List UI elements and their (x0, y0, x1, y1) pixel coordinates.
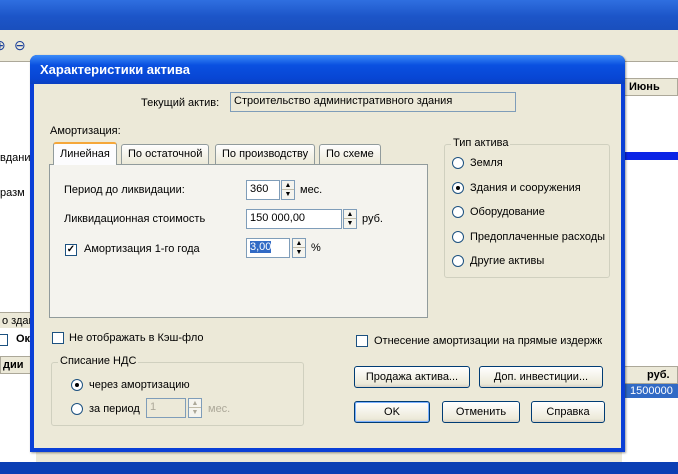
zoom-in-icon[interactable]: ⊕ (0, 37, 12, 55)
app-right-panel (622, 62, 678, 474)
period-unit: мес. (300, 184, 323, 196)
tab-schedule[interactable]: По схеме (319, 144, 381, 164)
tab-production[interactable]: По производству (215, 144, 316, 164)
asset-type-caption: Тип актива (451, 137, 511, 149)
first-year-label: Амортизация 1-го года (84, 243, 200, 255)
cancel-button[interactable]: Отменить (442, 401, 520, 423)
sell-asset-button[interactable]: Продажа актива... (354, 366, 470, 388)
current-asset-label: Текущий актив: (141, 97, 220, 109)
first-year-spinner[interactable]: ▲ ▼ (292, 238, 306, 258)
radio-land[interactable] (452, 157, 464, 169)
vat-period-unit: мес. (208, 403, 231, 415)
dialog-title: Характеристики актива (30, 55, 625, 84)
tab-linear[interactable]: Линейная (53, 142, 117, 165)
spin-up-icon[interactable]: ▲ (282, 181, 294, 190)
spin-down-icon[interactable]: ▼ (344, 219, 356, 228)
left-checkbox-label: Ок (16, 333, 31, 345)
spin-down-icon[interactable]: ▼ (189, 408, 201, 417)
liquidation-unit: руб. (362, 213, 383, 225)
app-titlebar (0, 0, 678, 30)
vat-caption: Списание НДС (58, 355, 139, 367)
direct-costs-checkbox[interactable] (356, 335, 368, 347)
direct-costs-label[interactable]: Отнесение амортизации на прямые издержк (374, 335, 602, 347)
first-year-value: 3,00 (250, 241, 272, 253)
radio-vat-amortization-label[interactable]: через амортизацию (89, 379, 190, 391)
radio-buildings[interactable] (452, 182, 464, 194)
radio-vat-amortization[interactable] (71, 379, 83, 391)
left-text: вдани (0, 152, 31, 164)
vat-period-spinner[interactable]: ▲ ▼ (188, 398, 202, 418)
extra-investment-button[interactable]: Доп. инвестиции... (479, 366, 603, 388)
first-year-unit: % (311, 242, 321, 254)
spin-up-icon[interactable]: ▲ (293, 239, 305, 248)
first-year-input[interactable]: 3,00 (246, 238, 290, 258)
liquidation-input[interactable]: 150 000,00 (246, 209, 342, 229)
first-year-checkbox[interactable]: ✓ (65, 244, 77, 256)
radio-land-label[interactable]: Земля (470, 157, 503, 169)
linear-tab-panel: Период до ликвидации: 360 ▲ ▼ мес. Ликви… (49, 164, 428, 318)
amortization-label: Амортизация: (50, 125, 121, 137)
column-header-rub: руб. (622, 366, 678, 384)
vat-period-input[interactable]: 1 (146, 398, 186, 418)
hide-cashflow-label[interactable]: Не отображать в Кэш-фло (69, 332, 204, 344)
ok-button[interactable]: OK (354, 401, 430, 423)
radio-prepaid-label[interactable]: Предоплаченные расходы (470, 231, 605, 243)
selected-cell[interactable]: 1500000 (622, 384, 678, 398)
period-spinner[interactable]: ▲ ▼ (281, 180, 295, 200)
radio-equipment[interactable] (452, 206, 464, 218)
liquidation-spinner[interactable]: ▲ ▼ (343, 209, 357, 229)
radio-vat-period[interactable] (71, 403, 83, 415)
dialog-body: Текущий актив: Строительство администрат… (34, 84, 621, 448)
radio-other[interactable] (452, 255, 464, 267)
taskbar (0, 462, 678, 474)
radio-vat-period-label[interactable]: за период (89, 403, 140, 415)
period-input[interactable]: 360 (246, 180, 280, 200)
radio-buildings-label[interactable]: Здания и сооружения (470, 182, 581, 194)
liquidation-label: Ликвидационная стоимость (64, 213, 206, 225)
spin-up-icon[interactable]: ▲ (189, 399, 201, 408)
spin-down-icon[interactable]: ▼ (282, 190, 294, 199)
left-text: разм (0, 187, 25, 199)
current-asset-field: Строительство административного здания (230, 92, 516, 112)
spin-down-icon[interactable]: ▼ (293, 248, 305, 257)
grid-blue-line (622, 152, 678, 160)
period-label: Период до ликвидации: (64, 184, 185, 196)
zoom-out-icon[interactable]: ⊖ (14, 37, 32, 55)
tab-residual[interactable]: По остаточной (121, 144, 210, 164)
hide-cashflow-checkbox[interactable] (52, 332, 64, 344)
radio-other-label[interactable]: Другие активы (470, 255, 544, 267)
asset-properties-dialog: Характеристики актива Текущий актив: Стр… (30, 55, 625, 452)
help-button[interactable]: Справка (531, 401, 605, 423)
spin-up-icon[interactable]: ▲ (344, 210, 356, 219)
radio-prepaid[interactable] (452, 231, 464, 243)
radio-equipment-label[interactable]: Оборудование (470, 206, 545, 218)
column-header-june: Июнь (622, 78, 678, 96)
